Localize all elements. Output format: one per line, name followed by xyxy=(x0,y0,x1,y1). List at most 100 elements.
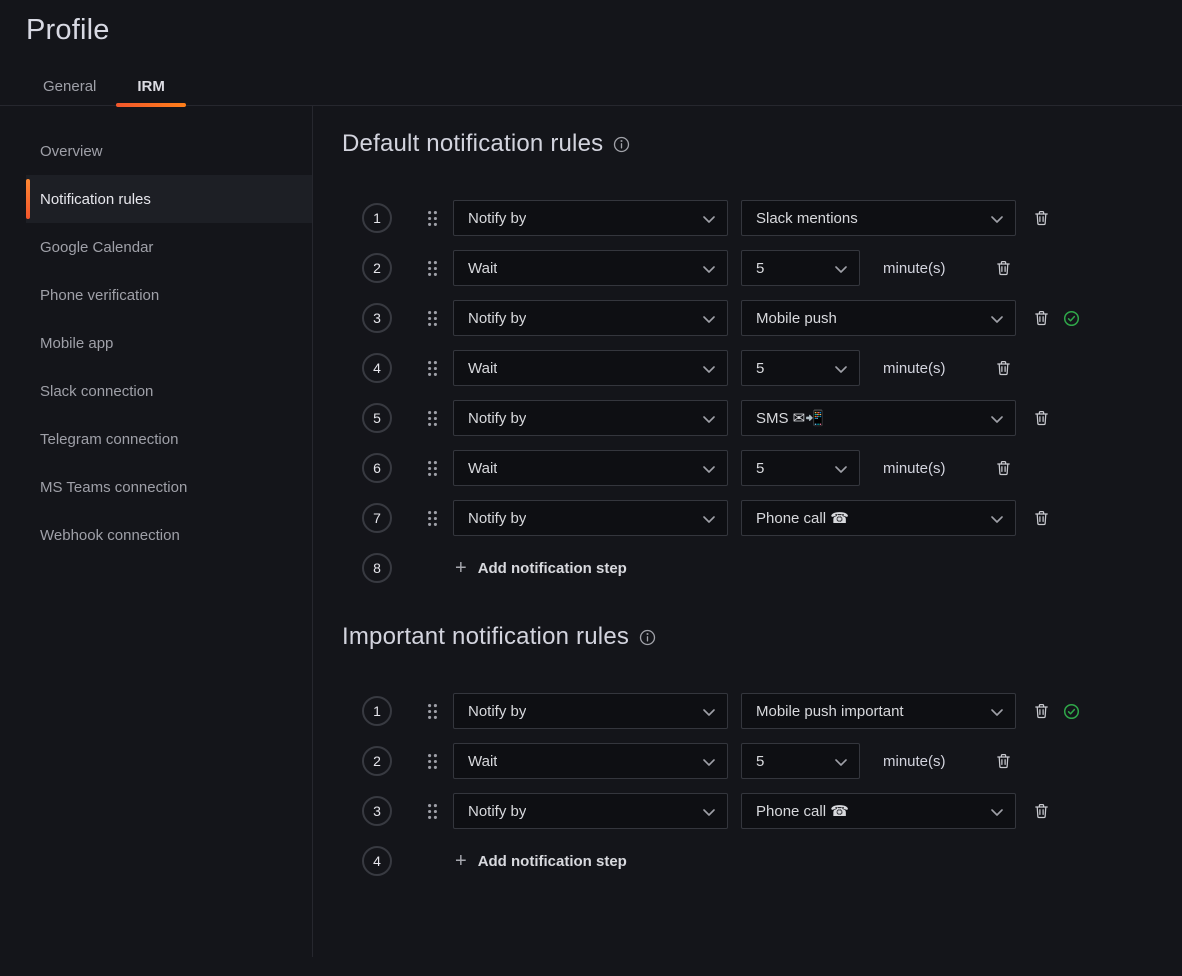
step-number: 2 xyxy=(362,253,392,283)
plus-icon: + xyxy=(455,558,467,578)
step-number: 2 xyxy=(362,746,392,776)
drag-handle-icon[interactable] xyxy=(427,803,438,820)
delete-step-button[interactable] xyxy=(994,258,1013,278)
step-row: 1 Notify by Mobile push important xyxy=(342,693,1182,729)
drag-handle-icon[interactable] xyxy=(427,460,438,477)
wait-duration-select[interactable]: 5 xyxy=(741,743,860,779)
step-action-select[interactable]: Notify by xyxy=(453,500,728,536)
delete-step-button[interactable] xyxy=(1032,701,1051,721)
step-row: 2 Wait 5 minute(s) xyxy=(342,250,1182,286)
delete-step-button[interactable] xyxy=(1032,208,1051,228)
chevron-down-icon xyxy=(991,510,1003,527)
chevron-down-icon xyxy=(703,210,715,227)
step-row: 4 + Add notification step xyxy=(342,843,1182,879)
step-action-select[interactable]: Notify by xyxy=(453,300,728,336)
sidebar-item-mobile-app[interactable]: Mobile app xyxy=(26,319,312,367)
sidebar-item-label: Phone verification xyxy=(40,287,159,304)
notification-rules-section: Default notification rules 1 Notify by xyxy=(342,130,1182,586)
drag-handle-icon[interactable] xyxy=(427,310,438,327)
page-title: Profile xyxy=(26,14,1182,47)
tabs-bar: General IRM xyxy=(0,67,1182,106)
wait-duration-select[interactable]: 5 xyxy=(741,450,860,486)
sidebar-item-telegram-connection[interactable]: Telegram connection xyxy=(26,415,312,463)
step-action-select[interactable]: Notify by xyxy=(453,793,728,829)
step-row: 6 Wait 5 minute(s) xyxy=(342,450,1182,486)
step-number: 3 xyxy=(362,303,392,333)
sidebar-item-phone-verification[interactable]: Phone verification xyxy=(26,271,312,319)
delete-step-button[interactable] xyxy=(1032,801,1051,821)
notify-channel-select[interactable]: Slack mentions xyxy=(741,200,1016,236)
drag-handle-icon[interactable] xyxy=(427,753,438,770)
notify-channel-select[interactable]: SMS ✉📲 xyxy=(741,400,1016,436)
sidebar-item-label: Mobile app xyxy=(40,335,113,352)
step-action-select[interactable]: Notify by xyxy=(453,200,728,236)
sidebar-item-label: Google Calendar xyxy=(40,239,153,256)
delete-step-button[interactable] xyxy=(1032,508,1051,528)
step-action-select[interactable]: Wait xyxy=(453,743,728,779)
sidebar-item-google-calendar[interactable]: Google Calendar xyxy=(26,223,312,271)
step-number: 8 xyxy=(362,553,392,583)
notify-channel-select[interactable]: Phone call ☎ xyxy=(741,793,1016,829)
plus-icon: + xyxy=(455,851,467,871)
sidebar-item-overview[interactable]: Overview xyxy=(26,127,312,175)
step-number: 3 xyxy=(362,796,392,826)
step-action-select[interactable]: Wait xyxy=(453,250,728,286)
chevron-down-icon xyxy=(835,753,847,770)
drag-handle-icon[interactable] xyxy=(427,210,438,227)
chevron-down-icon xyxy=(703,410,715,427)
chevron-down-icon xyxy=(703,460,715,477)
step-action-select[interactable]: Notify by xyxy=(453,400,728,436)
chevron-down-icon xyxy=(835,460,847,477)
content-layout: Overview Notification rules Google Calen… xyxy=(0,106,1182,957)
drag-handle-icon[interactable] xyxy=(427,410,438,427)
step-number: 1 xyxy=(362,203,392,233)
chevron-down-icon xyxy=(703,510,715,527)
drag-handle-icon[interactable] xyxy=(427,360,438,377)
step-action-select[interactable]: Notify by xyxy=(453,693,728,729)
tab-irm[interactable]: IRM xyxy=(137,67,165,105)
step-number: 4 xyxy=(362,353,392,383)
drag-handle-icon[interactable] xyxy=(427,510,438,527)
step-row: 4 Wait 5 minute(s) xyxy=(342,350,1182,386)
wait-duration-select[interactable]: 5 xyxy=(741,250,860,286)
chevron-down-icon xyxy=(991,703,1003,720)
sidebar-item-label: Notification rules xyxy=(40,191,151,208)
step-number: 5 xyxy=(362,403,392,433)
chevron-down-icon xyxy=(991,803,1003,820)
chevron-down-icon xyxy=(703,703,715,720)
notify-channel-select[interactable]: Phone call ☎ xyxy=(741,500,1016,536)
info-icon[interactable] xyxy=(613,136,630,153)
drag-handle-icon[interactable] xyxy=(427,260,438,277)
sidebar-item-ms-teams-connection[interactable]: MS Teams connection xyxy=(26,463,312,511)
chevron-down-icon xyxy=(991,210,1003,227)
delete-step-button[interactable] xyxy=(994,358,1013,378)
notify-channel-select[interactable]: Mobile push xyxy=(741,300,1016,336)
steps-list: 1 Notify by Mobile push important xyxy=(342,693,1182,879)
delete-step-button[interactable] xyxy=(994,751,1013,771)
minutes-label: minute(s) xyxy=(883,360,946,377)
main-content: Default notification rules 1 Notify by xyxy=(313,106,1182,957)
info-icon[interactable] xyxy=(639,629,656,646)
step-action-select[interactable]: Wait xyxy=(453,350,728,386)
step-row: 3 Notify by Phone call ☎ xyxy=(342,793,1182,829)
delete-step-button[interactable] xyxy=(994,458,1013,478)
step-row: 3 Notify by Mobile push xyxy=(342,300,1182,336)
drag-handle-icon[interactable] xyxy=(427,703,438,720)
delete-step-button[interactable] xyxy=(1032,308,1051,328)
tab-general[interactable]: General xyxy=(43,67,96,105)
add-notification-step-button[interactable]: + Add notification step xyxy=(455,851,627,871)
chevron-down-icon xyxy=(703,310,715,327)
step-action-select[interactable]: Wait xyxy=(453,450,728,486)
step-number: 1 xyxy=(362,696,392,726)
sidebar-item-notification-rules[interactable]: Notification rules xyxy=(26,175,312,223)
chevron-down-icon xyxy=(703,260,715,277)
add-notification-step-button[interactable]: + Add notification step xyxy=(455,558,627,578)
notify-channel-select[interactable]: Mobile push important xyxy=(741,693,1016,729)
sidebar-item-slack-connection[interactable]: Slack connection xyxy=(26,367,312,415)
minutes-label: minute(s) xyxy=(883,753,946,770)
delete-step-button[interactable] xyxy=(1032,408,1051,428)
chevron-down-icon xyxy=(703,753,715,770)
step-row: 7 Notify by Phone call ☎ xyxy=(342,500,1182,536)
wait-duration-select[interactable]: 5 xyxy=(741,350,860,386)
sidebar-item-webhook-connection[interactable]: Webhook connection xyxy=(26,511,312,559)
